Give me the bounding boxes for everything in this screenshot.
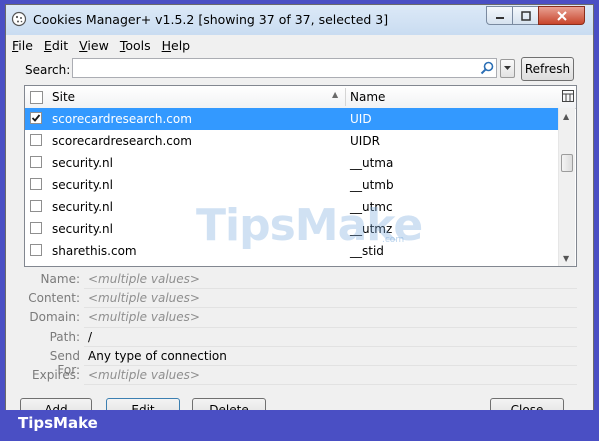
detail-row-send-for: Send For: Any type of connection (24, 347, 577, 377)
cookie-details-panel: Name: <multiple values> Content: <multip… (24, 270, 577, 390)
row-checkbox[interactable] (30, 156, 42, 168)
maximize-button[interactable] (512, 6, 539, 25)
menu-edit-label: dit (51, 37, 69, 53)
table-scrollbar[interactable]: ▲ ▼ (558, 108, 575, 266)
column-header-name[interactable]: Name (350, 90, 385, 104)
row-site: scorecardresearch.com (52, 112, 192, 126)
row-name: __utma (350, 156, 394, 170)
close-window-button[interactable] (538, 6, 585, 25)
menu-file[interactable]: File (12, 38, 33, 53)
menu-help[interactable]: Help (162, 38, 191, 53)
search-row: Search: Refresh (6, 57, 593, 83)
checkmark-icon (31, 114, 41, 122)
menu-bar: File Edit View Tools Help (6, 35, 593, 55)
cookie-icon (11, 11, 27, 27)
sort-ascending-icon: ▲ (332, 90, 339, 99)
title-bar[interactable]: Cookies Manager+ v1.5.2 [showing 37 of 3… (6, 5, 593, 35)
detail-label: Content: (28, 291, 80, 306)
row-checkbox[interactable] (30, 222, 42, 234)
search-icon[interactable] (480, 61, 494, 75)
table-row[interactable]: security.nl __utmb (25, 174, 558, 196)
search-input[interactable] (72, 58, 497, 78)
detail-label: Path: (49, 329, 80, 344)
row-site: sharethis.com (52, 244, 137, 258)
detail-value[interactable]: <multiple values> (88, 272, 200, 286)
divider (84, 384, 577, 386)
detail-value[interactable]: <multiple values> (88, 368, 200, 382)
menu-file-label: ile (18, 37, 33, 53)
column-picker-icon[interactable] (562, 90, 574, 102)
detail-row-name: Name: <multiple values> (24, 270, 577, 290)
minimize-button[interactable] (486, 6, 513, 25)
menu-help-label: elp (171, 37, 191, 53)
row-checkbox[interactable] (30, 134, 42, 146)
brand-label: TipsMake (18, 414, 98, 432)
minimize-icon (495, 16, 504, 19)
refresh-button[interactable]: Refresh (521, 57, 574, 81)
detail-row-content: Content: <multiple values> (24, 289, 577, 309)
menu-tools[interactable]: Tools (120, 38, 151, 53)
window-title: Cookies Manager+ v1.5.2 [showing 37 of 3… (33, 12, 389, 27)
close-icon (556, 10, 567, 21)
menu-view[interactable]: View (79, 38, 109, 53)
row-site: security.nl (52, 200, 113, 214)
scroll-up-icon[interactable]: ▲ (563, 112, 569, 121)
watermark-suffix: .com (382, 235, 405, 245)
row-checkbox[interactable] (30, 244, 42, 256)
row-name: UID (350, 112, 372, 126)
brand-footer: TipsMake (0, 410, 599, 441)
cookies-manager-window: Cookies Manager+ v1.5.2 [showing 37 of 3… (5, 4, 594, 437)
search-options-dropdown[interactable] (500, 59, 515, 78)
row-checkbox[interactable] (30, 178, 42, 190)
detail-row-domain: Domain: <multiple values> (24, 308, 577, 328)
detail-value[interactable]: Any type of connection (88, 349, 227, 363)
row-name: __utmb (350, 178, 394, 192)
detail-value[interactable]: <multiple values> (88, 291, 200, 305)
column-header-site[interactable]: Site (52, 90, 75, 104)
row-name: UIDR (350, 134, 380, 148)
maximize-icon (520, 10, 531, 21)
detail-label: Domain: (29, 310, 80, 325)
menu-help-accel: H (161, 37, 172, 53)
row-checkbox[interactable] (30, 112, 42, 124)
row-site: security.nl (52, 222, 113, 236)
detail-label: Name: (40, 272, 80, 286)
row-site: scorecardresearch.com (52, 134, 192, 148)
row-site: security.nl (52, 178, 113, 192)
select-all-checkbox[interactable] (30, 91, 43, 104)
menu-edit-accel: E (43, 37, 52, 53)
row-site: security.nl (52, 156, 113, 170)
table-row[interactable]: security.nl __utma (25, 152, 558, 174)
detail-value[interactable]: <multiple values> (88, 310, 200, 324)
table-row[interactable]: scorecardresearch.com UID (25, 108, 558, 130)
chevron-down-icon (504, 66, 511, 70)
menu-tools-label: ools (125, 37, 151, 53)
column-divider[interactable] (345, 88, 346, 106)
detail-label: Expires: (32, 367, 80, 382)
scroll-down-icon[interactable]: ▼ (563, 254, 569, 263)
detail-row-expires: Expires: <multiple values> (24, 366, 577, 386)
table-row[interactable]: scorecardresearch.com UIDR (25, 130, 558, 152)
table-header: Site ▲ Name (25, 86, 576, 109)
scrollbar-thumb[interactable] (561, 154, 573, 172)
search-label: Search: (25, 63, 71, 77)
row-checkbox[interactable] (30, 200, 42, 212)
detail-row-path: Path: / (24, 328, 577, 347)
menu-view-label: iew (87, 37, 109, 53)
detail-value[interactable]: / (88, 330, 92, 344)
menu-edit[interactable]: Edit (44, 38, 68, 53)
